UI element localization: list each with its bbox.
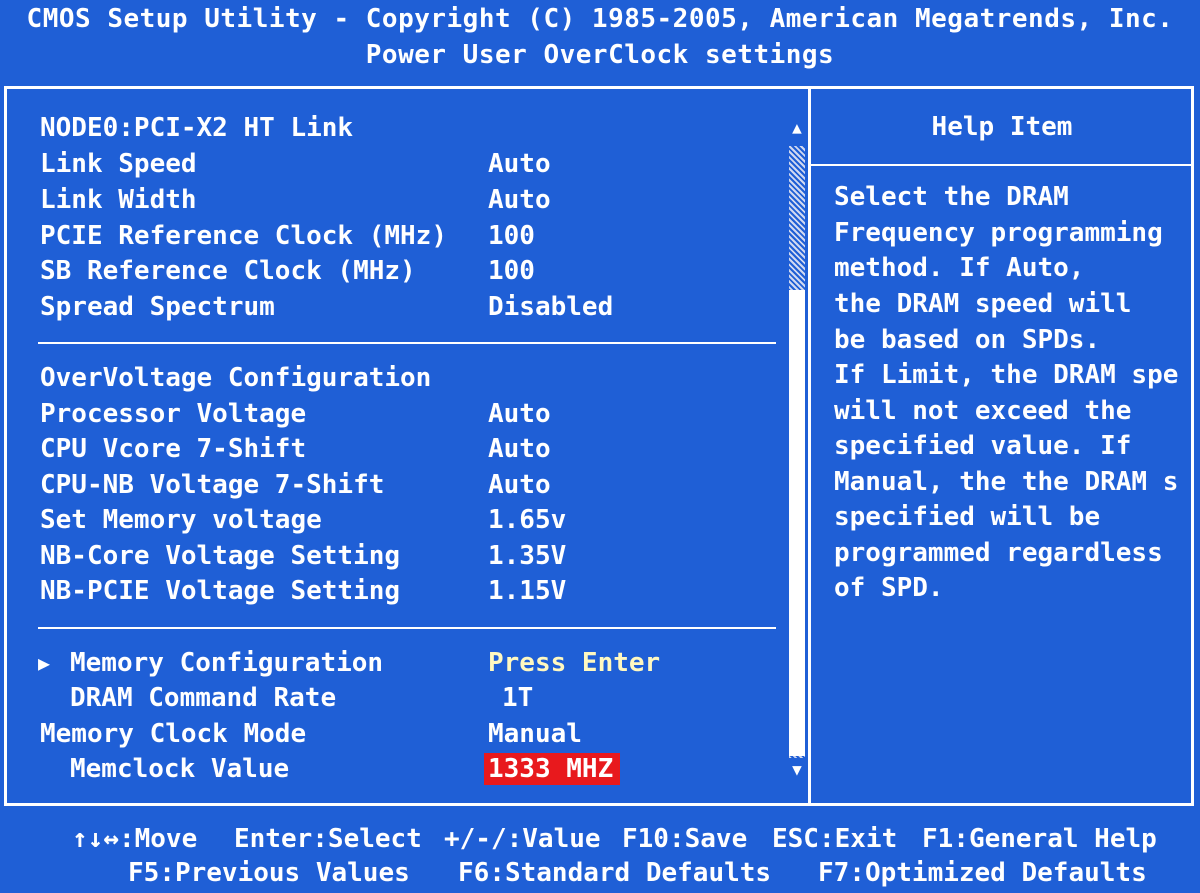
scroll-up-icon[interactable]: ▲ (789, 118, 805, 137)
selection-cursor[interactable]: 1333 MHZ (484, 753, 620, 785)
page-title: Power User OverClock settings (365, 40, 835, 70)
utility-title: CMOS Setup Utility - Copyright (C) 1985-… (26, 4, 1174, 34)
setting-value-nb-core-voltage[interactable]: 1.35V (488, 538, 566, 574)
help-text-line: of SPD. (834, 573, 944, 603)
scroll-down-icon[interactable]: ▼ (789, 760, 805, 779)
scrollbar-thumb[interactable] (789, 290, 805, 756)
setting-label-dram-command-rate[interactable]: DRAM Command Rate (70, 680, 336, 716)
help-text-line: Frequency programming (834, 218, 1163, 248)
help-text-line: specified value. If (834, 431, 1132, 461)
submenu-value-press-enter[interactable]: Press Enter (488, 645, 660, 681)
setting-value-pcie-ref-clock[interactable]: 100 (488, 218, 535, 254)
setting-value-memory-clock-mode[interactable]: Manual (488, 716, 582, 752)
setting-value-dram-command-rate[interactable]: 1T (502, 680, 533, 716)
help-title: Help Item (931, 112, 1073, 142)
submenu-memory-configuration[interactable]: Memory Configuration (70, 645, 383, 681)
setting-value-memory-voltage[interactable]: 1.65v (488, 502, 566, 538)
setting-value-nb-pcie-voltage[interactable]: 1.15V (488, 573, 566, 609)
setting-value-cpu-vcore[interactable]: Auto (488, 431, 551, 467)
setting-label-memclock-value[interactable]: Memclock Value (70, 751, 289, 787)
help-text-line: be based on SPDs. (834, 325, 1101, 355)
setting-value-spread-spectrum[interactable]: Disabled (488, 289, 613, 325)
setting-label-memory-voltage[interactable]: Set Memory voltage (40, 502, 322, 538)
setting-label-link-speed[interactable]: Link Speed (40, 146, 197, 182)
help-text-line: Select the DRAM (834, 182, 1069, 212)
help-text-line: method. If Auto, (834, 253, 1085, 283)
help-text-line: will not exceed the (834, 396, 1132, 426)
section-separator (38, 627, 776, 629)
help-text-line: programmed regardless (834, 538, 1163, 568)
submenu-arrow-icon: ▶ (38, 651, 51, 675)
help-text-line: If Limit, the DRAM spe (834, 360, 1179, 390)
setting-label-link-width[interactable]: Link Width (40, 182, 197, 218)
setting-label-memory-clock-mode[interactable]: Memory Clock Mode (40, 716, 306, 752)
setting-value-memclock-selected[interactable]: 1333 MHZ (484, 751, 620, 787)
help-text-line: specified will be (834, 502, 1101, 532)
setting-value-processor-voltage[interactable]: Auto (488, 396, 551, 432)
help-separator (811, 164, 1194, 166)
section-title-ht-link: NODE0:PCI-X2 HT Link (40, 113, 354, 143)
footer-hint-help: F1:General Help (922, 824, 1157, 854)
footer-hint-optimized-defaults: F7:Optimized Defaults (818, 858, 1147, 888)
setting-value-cpu-nb-voltage[interactable]: Auto (488, 467, 551, 503)
section-separator (38, 342, 776, 344)
footer-hint-save: F10:Save (622, 824, 748, 854)
help-text-line: the DRAM speed will (834, 289, 1132, 319)
setting-label-cpu-vcore[interactable]: CPU Vcore 7-Shift (40, 431, 306, 467)
footer-hint-value: +/-/:Value (444, 824, 601, 854)
help-divider (808, 86, 811, 806)
setting-value-link-speed[interactable]: Auto (488, 146, 551, 182)
setting-label-spread-spectrum[interactable]: Spread Spectrum (40, 289, 275, 325)
setting-label-processor-voltage[interactable]: Processor Voltage (40, 396, 306, 432)
setting-value-sb-ref-clock[interactable]: 100 (488, 253, 535, 289)
setting-label-cpu-nb-voltage[interactable]: CPU-NB Voltage 7-Shift (40, 467, 384, 503)
footer-hint-select: Enter:Select (234, 824, 422, 854)
section-title-overvoltage: OverVoltage Configuration (40, 363, 432, 393)
footer-hint-standard-defaults: F6:Standard Defaults (458, 858, 772, 888)
setting-label-pcie-ref-clock[interactable]: PCIE Reference Clock (MHz) (40, 218, 447, 254)
setting-value-link-width[interactable]: Auto (488, 182, 551, 218)
footer-hint-exit: ESC:Exit (772, 824, 898, 854)
footer-hint-previous-values: F5:Previous Values (128, 858, 410, 888)
setting-label-nb-core-voltage[interactable]: NB-Core Voltage Setting (40, 538, 400, 574)
footer-hint-move: ↑↓↔:Move (72, 824, 198, 854)
setting-label-sb-ref-clock[interactable]: SB Reference Clock (MHz) (40, 253, 416, 289)
help-text-line: Manual, the the DRAM s (834, 467, 1179, 497)
setting-label-nb-pcie-voltage[interactable]: NB-PCIE Voltage Setting (40, 573, 400, 609)
